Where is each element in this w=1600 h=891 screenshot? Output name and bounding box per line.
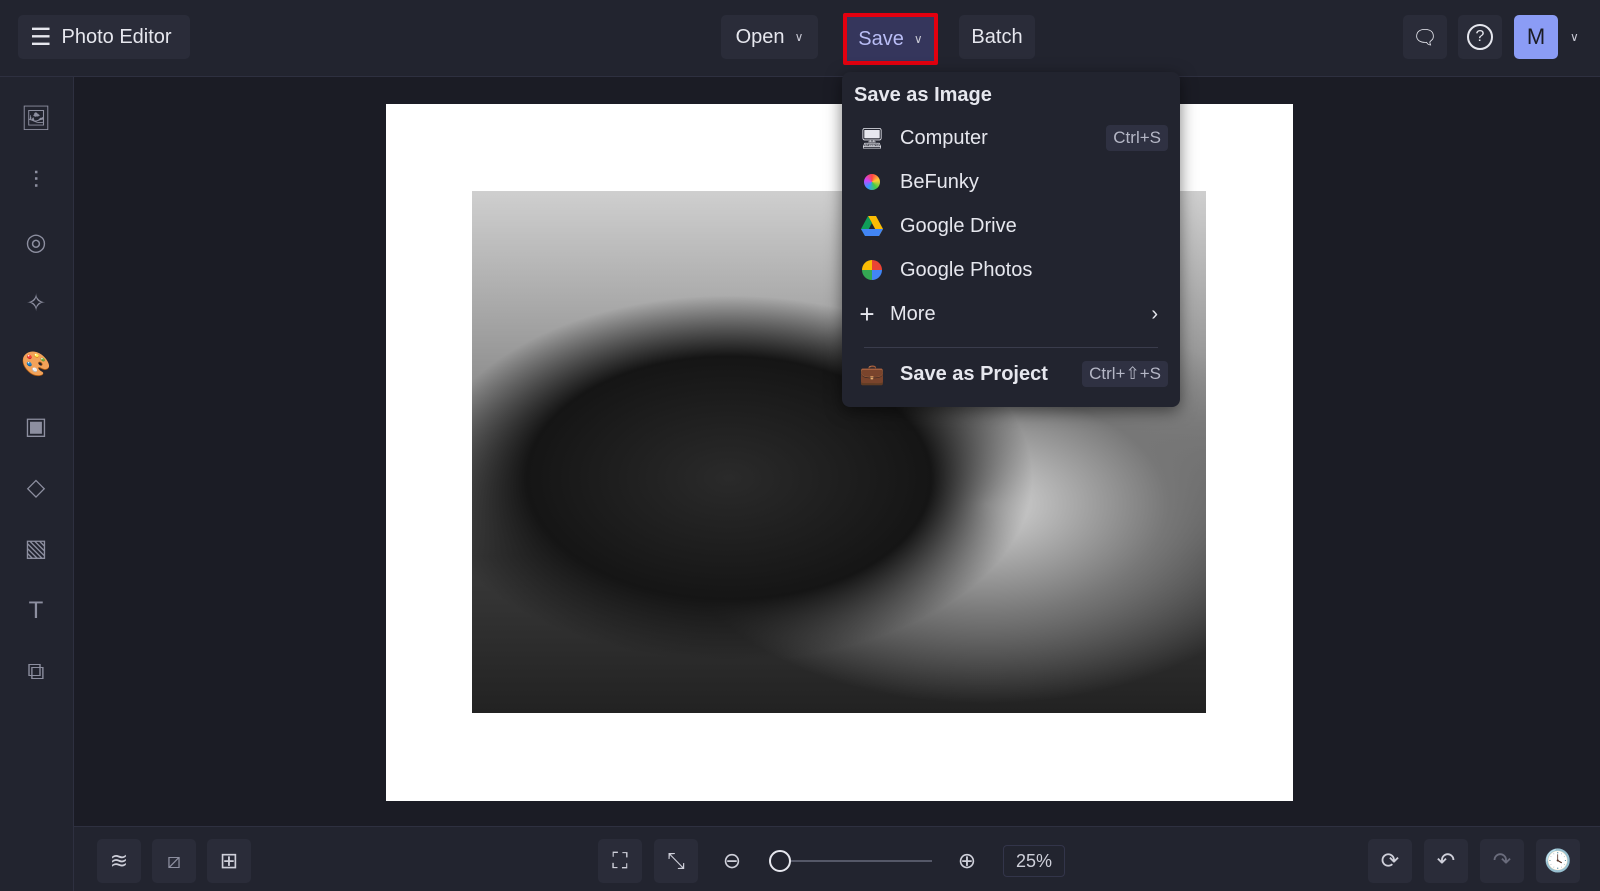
item-label: More: [890, 302, 936, 325]
effects-sparkle-icon[interactable]: ✧: [20, 288, 52, 320]
help-icon: ?: [1467, 24, 1493, 50]
redo-icon: ↷: [1492, 848, 1512, 873]
plus-circle-icon: ⊕: [957, 848, 977, 873]
crop-compare-button[interactable]: ⧄: [152, 839, 196, 883]
shortcut: Ctrl+⇧+S: [1082, 361, 1168, 387]
zoom-slider-track[interactable]: [772, 860, 932, 862]
item-label: Google Photos: [900, 258, 1033, 281]
undo-button[interactable]: ↶: [1424, 839, 1468, 883]
save-dropdown-menu: Save as Image 🖥 Computer Ctrl+S BeFunky …: [842, 72, 1180, 407]
history-button[interactable]: 🕓: [1536, 839, 1580, 883]
chevron-right-icon: ›: [1151, 302, 1158, 325]
briefcase-icon: 💼: [859, 363, 885, 386]
expand-icon: ⛶: [612, 848, 628, 873]
comments-button[interactable]: 🗨: [1403, 15, 1447, 59]
redo-button[interactable]: ↷: [1480, 839, 1524, 883]
texture-icon[interactable]: ▧: [20, 533, 52, 565]
collapse-icon: ⤡: [667, 848, 685, 873]
overlay-icon[interactable]: ⧉: [20, 656, 52, 688]
google-photos-icon: [854, 260, 890, 280]
undo-icon: ↶: [1436, 848, 1456, 873]
grid-icon: ⊞: [219, 848, 239, 873]
palette-icon[interactable]: 🎨: [20, 349, 52, 381]
app-title: Photo Editor: [61, 25, 172, 48]
layers-icon: ≋: [109, 848, 129, 873]
open-button[interactable]: Open ∨: [721, 15, 818, 59]
item-label: Google Drive: [900, 214, 1017, 237]
eye-icon[interactable]: ◎: [20, 227, 52, 259]
save-label: Save: [858, 27, 904, 50]
comment-icon: 🗨: [1412, 26, 1438, 49]
graphics-shapes-icon[interactable]: ◇: [20, 472, 52, 504]
history-icon: 🕓: [1544, 848, 1572, 873]
account-chevron-icon[interactable]: ∨: [1570, 30, 1579, 44]
zoom-slider-thumb[interactable]: [769, 850, 791, 872]
item-label: Computer: [900, 126, 988, 149]
zoom-out-button[interactable]: ⊖: [710, 839, 754, 883]
save-as-image-heading: Save as Image: [854, 84, 992, 106]
zoom-percentage-field[interactable]: 25%: [1003, 845, 1065, 877]
save-button[interactable]: Save ∨: [843, 13, 938, 65]
grid-button[interactable]: ⊞: [207, 839, 251, 883]
fit-screen-button[interactable]: ⛶: [598, 839, 642, 883]
avatar[interactable]: M: [1514, 15, 1558, 59]
reset-button[interactable]: ⟳: [1368, 839, 1412, 883]
save-computer-item[interactable]: 🖥 Computer Ctrl+S: [854, 118, 1168, 158]
image-icon[interactable]: 🖼: [20, 103, 52, 135]
menu-button[interactable]: ☰ Photo Editor: [18, 15, 190, 59]
batch-button[interactable]: Batch: [959, 15, 1035, 59]
adjust-sliders-icon[interactable]: ⫶: [20, 165, 52, 197]
save-google-photos-item[interactable]: Google Photos: [854, 250, 1168, 290]
save-as-project-item[interactable]: 💼 Save as Project Ctrl+⇧+S: [854, 354, 1168, 394]
batch-label: Batch: [971, 25, 1023, 48]
minus-circle-icon: ⊖: [722, 848, 742, 873]
chevron-down-icon: ∨: [913, 32, 923, 46]
item-label: Save as Project: [900, 362, 1048, 385]
monitor-icon: 🖥: [859, 127, 885, 150]
chevron-down-icon: ∨: [794, 30, 804, 44]
avatar-initial: M: [1526, 24, 1546, 49]
shortcut: Ctrl+S: [1106, 125, 1168, 151]
top-bar: ☰ Photo Editor Open ∨ Save ∨ Batch 🗨 ? M ∨: [0, 0, 1600, 77]
frame-icon[interactable]: ▣: [20, 411, 52, 443]
item-label: BeFunky: [900, 170, 979, 193]
layers-button[interactable]: ≋: [97, 839, 141, 883]
save-google-drive-item[interactable]: Google Drive: [854, 206, 1168, 246]
actual-size-button[interactable]: ⤡: [654, 839, 698, 883]
zoom-in-button[interactable]: ⊕: [945, 839, 989, 883]
menu-divider: [864, 347, 1158, 348]
tool-sidebar: 🖼 ⫶ ◎ ✧ 🎨 ▣ ◇ ▧ T ⧉: [0, 77, 74, 891]
compare-icon: ⧄: [167, 848, 181, 873]
save-more-item[interactable]: + More ›: [854, 294, 1168, 334]
bottom-bar: ≋ ⧄ ⊞ ⛶ ⤡ ⊖ ⊕ 25% ⟳ ↶ ↷ 🕓: [74, 826, 1600, 891]
save-befunky-item[interactable]: BeFunky: [854, 162, 1168, 202]
plus-icon: +: [859, 298, 875, 329]
befunky-icon: [854, 174, 890, 190]
hamburger-icon: ☰: [30, 23, 52, 51]
google-drive-icon: [854, 216, 890, 236]
open-label: Open: [735, 25, 785, 48]
refresh-icon: ⟳: [1380, 848, 1400, 873]
text-icon[interactable]: T: [20, 595, 52, 627]
help-button[interactable]: ?: [1458, 15, 1502, 59]
